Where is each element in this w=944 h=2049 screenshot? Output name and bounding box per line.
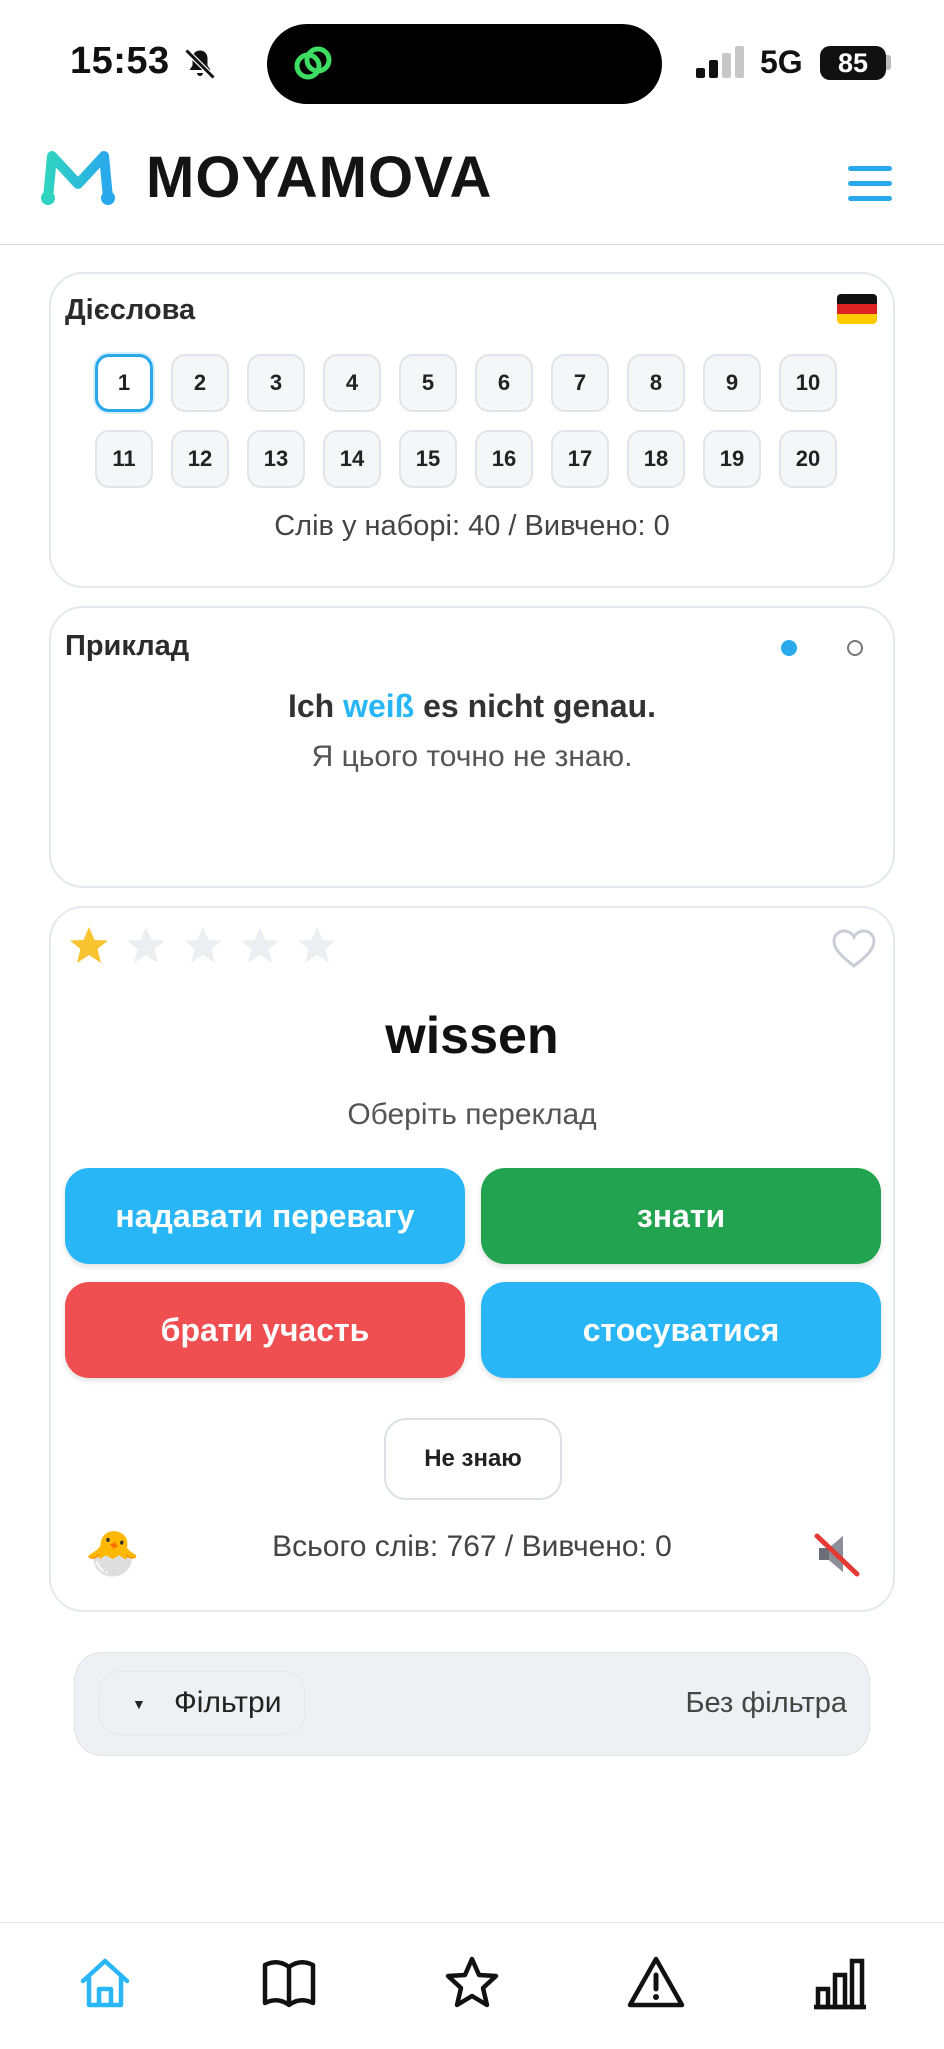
german-flag-icon[interactable] — [837, 294, 877, 324]
set-button[interactable]: 1 — [95, 354, 153, 412]
star-empty-icon — [298, 927, 336, 963]
network-type: 5G — [760, 44, 803, 80]
set-button[interactable]: 19 — [703, 430, 761, 488]
total-stats: Всього слів: 767 / Вивчено: 0 — [272, 1530, 672, 1563]
set-button[interactable]: 15 — [399, 430, 457, 488]
filters-panel: ▼ Фільтри Без фільтра — [74, 1652, 870, 1756]
answer-button[interactable]: надавати перевагу — [65, 1168, 465, 1264]
set-button[interactable]: 20 — [779, 430, 837, 488]
dynamic-island — [267, 24, 662, 104]
menu-icon-line — [848, 181, 892, 186]
answer-options: надавати перевагу знати брати участь стосув… — [65, 1168, 881, 1378]
example-card: Приклад Ich weiß es nicht genau. Я цього… — [49, 606, 895, 888]
dont-know-button[interactable]: Не знаю — [384, 1418, 562, 1500]
set-button[interactable]: 3 — [247, 354, 305, 412]
quiz-word: wissen — [385, 1007, 559, 1065]
status-time: 15:53 — [70, 40, 170, 82]
word-set-card: Дієслова 1 2 3 4 5 6 7 8 9 10 11 12 13 14 15 16 17 18 19 20… — [49, 272, 895, 588]
set-button[interactable]: 18 — [627, 430, 685, 488]
app-header: MOYAMOVA — [0, 120, 944, 245]
stats-icon[interactable] — [810, 1953, 870, 2013]
example-sentence: Ich weiß es nicht genau. — [51, 688, 893, 725]
warning-icon[interactable] — [626, 1953, 686, 2013]
filters-label: Фільтри — [174, 1686, 282, 1719]
sound-muted-icon[interactable] — [811, 1528, 863, 1580]
app-logo-icon — [41, 151, 115, 205]
bottom-nav — [0, 1922, 944, 2049]
bell-muted-icon — [184, 48, 216, 80]
set-selector: 1 2 3 4 5 6 7 8 9 10 11 12 13 14 15 16 17 18 19 20 — [95, 354, 837, 488]
set-button[interactable]: 13 — [247, 430, 305, 488]
battery-tip — [886, 55, 891, 70]
set-button[interactable]: 9 — [703, 354, 761, 412]
set-button[interactable]: 8 — [627, 354, 685, 412]
caret-down-icon: ▼ — [132, 1696, 146, 1712]
sentence-part: Ich — [287, 688, 344, 724]
quiz-hint: Оберіть переклад — [347, 1098, 597, 1131]
set-button[interactable]: 16 — [475, 430, 533, 488]
filters-value: Без фільтра — [685, 1687, 847, 1719]
app-name: MOYAMOVA — [146, 145, 493, 210]
set-button[interactable]: 2 — [171, 354, 229, 412]
filters-toggle[interactable]: ▼ Фільтри — [99, 1671, 305, 1735]
set-button[interactable]: 11 — [95, 430, 153, 488]
example-translation: Я цього точно не знаю. — [311, 740, 633, 773]
menu-icon-line — [848, 166, 892, 171]
favorite-heart-icon[interactable] — [831, 928, 877, 970]
star-empty-icon — [241, 927, 279, 963]
star-icon[interactable] — [442, 1953, 502, 2013]
example-title: Приклад — [65, 630, 190, 662]
sentence-highlight: weiß — [343, 688, 415, 724]
menu-icon-line — [848, 196, 892, 201]
link-app-icon — [294, 46, 332, 80]
home-icon[interactable] — [75, 1953, 135, 2013]
star-empty-icon — [127, 927, 165, 963]
sentence-part: es nicht genau. — [414, 688, 657, 724]
set-button[interactable]: 5 — [399, 354, 457, 412]
star-empty-icon — [184, 927, 222, 963]
category-title: Дієслова — [65, 294, 196, 326]
page-dot[interactable] — [847, 640, 863, 656]
book-icon[interactable] — [259, 1953, 319, 2013]
set-button[interactable]: 14 — [323, 430, 381, 488]
answer-button[interactable]: знати — [481, 1168, 881, 1264]
set-stats: Слів у наборі: 40 / Вивчено: 0 — [274, 510, 670, 542]
pagination-dots — [781, 640, 881, 658]
set-button[interactable]: 7 — [551, 354, 609, 412]
set-button[interactable]: 12 — [171, 430, 229, 488]
status-bar: 15:53 5G 85 — [0, 0, 944, 120]
quiz-card: wissen Оберіть переклад надавати переваг… — [49, 906, 895, 1612]
answer-button[interactable]: стосуватися — [481, 1282, 881, 1378]
menu-button[interactable] — [848, 166, 892, 206]
signal-icon — [696, 46, 744, 78]
set-button[interactable]: 6 — [475, 354, 533, 412]
page-dot-active[interactable] — [781, 640, 797, 656]
set-button[interactable]: 4 — [323, 354, 381, 412]
answer-button[interactable]: брати участь — [65, 1282, 465, 1378]
set-button[interactable]: 10 — [779, 354, 837, 412]
set-button[interactable]: 17 — [551, 430, 609, 488]
battery-level: 85 — [820, 46, 886, 80]
star-filled-icon — [70, 927, 108, 963]
